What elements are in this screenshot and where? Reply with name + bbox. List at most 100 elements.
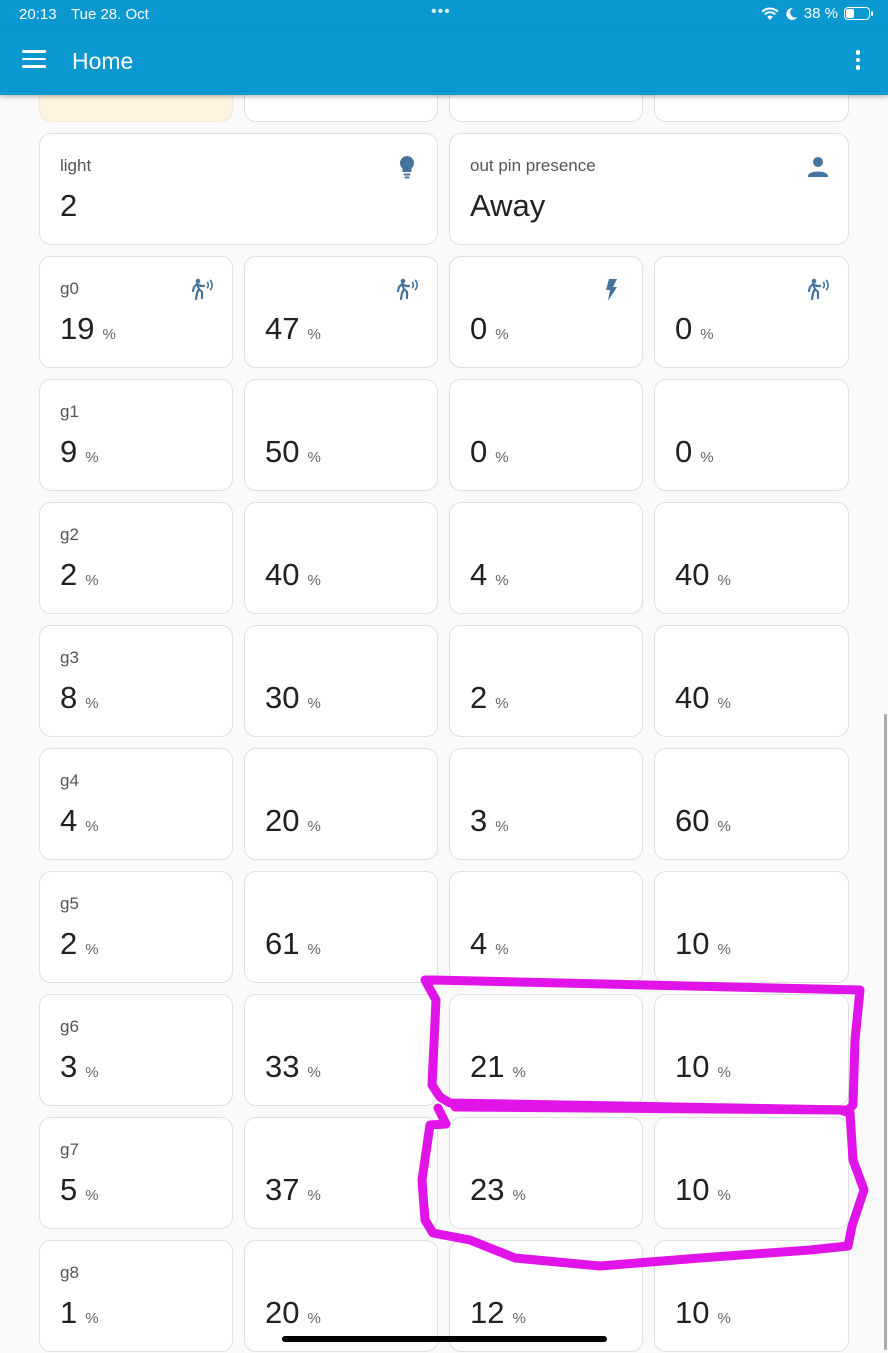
sensor-card[interactable]: 47%: [244, 256, 438, 368]
sensor-value: 5%: [60, 1172, 99, 1208]
sensor-card[interactable]: 50%: [244, 379, 438, 491]
sensor-value: 10%: [675, 1049, 731, 1085]
sensor-card[interactable]: 0%: [654, 256, 849, 368]
sensor-card[interactable]: g4 4%: [39, 748, 233, 860]
row-label: g7: [60, 1140, 79, 1159]
value-unit: %: [307, 1310, 321, 1327]
sensor-card[interactable]: 10%: [654, 1240, 849, 1352]
menu-icon[interactable]: [22, 50, 46, 70]
more-options-icon[interactable]: [854, 50, 862, 72]
sensor-card[interactable]: 21%: [449, 994, 643, 1106]
sensor-card[interactable]: g7 5%: [39, 1117, 233, 1229]
presence-card[interactable]: out pin presence Away: [449, 133, 849, 245]
sensor-card[interactable]: 2%: [449, 625, 643, 737]
motion-sensor-icon: [807, 278, 829, 301]
home-indicator[interactable]: [282, 1336, 607, 1342]
status-date: Tue 28. Oct: [71, 6, 149, 23]
card-value: Away: [470, 188, 546, 223]
value-unit: %: [307, 449, 321, 466]
value-unit: %: [495, 695, 509, 712]
value-number: 40: [675, 680, 710, 715]
row-label: g5: [60, 894, 79, 913]
value-unit: %: [495, 818, 509, 835]
sensor-card[interactable]: 23%: [449, 1117, 643, 1229]
sensor-card[interactable]: g8 1%: [39, 1240, 233, 1352]
sensor-card[interactable]: 30%: [244, 625, 438, 737]
sensor-card[interactable]: 40%: [244, 502, 438, 614]
value-number: 10: [675, 1049, 710, 1084]
sensor-value: 3%: [60, 1049, 99, 1085]
value-unit: %: [717, 1064, 731, 1081]
value-unit: %: [85, 1064, 99, 1081]
sensor-value: 4%: [470, 557, 509, 593]
card-value: 2: [60, 188, 78, 223]
multitasking-dots[interactable]: •••: [431, 3, 451, 21]
sensor-card[interactable]: g5 2%: [39, 871, 233, 983]
value-number: 50: [265, 434, 300, 469]
sensor-card[interactable]: 0%: [449, 256, 643, 368]
scrollbar[interactable]: [884, 714, 887, 1350]
value-number: 19: [60, 311, 95, 346]
value-number: 60: [675, 803, 710, 838]
sensor-card[interactable]: g6 3%: [39, 994, 233, 1106]
value-number: 2: [60, 926, 78, 961]
status-bar: 20:13 Tue 28. Oct ••• 38 %: [0, 0, 888, 28]
motion-sensor-icon: [191, 278, 213, 301]
sensor-card[interactable]: g3 8%: [39, 625, 233, 737]
value-number: 8: [60, 680, 78, 715]
value-unit: %: [495, 941, 509, 958]
sensor-value: 0%: [470, 311, 509, 347]
value-number: 21: [470, 1049, 505, 1084]
sensor-card[interactable]: 40%: [654, 625, 849, 737]
value-unit: %: [307, 326, 321, 343]
value-number: 40: [675, 557, 710, 592]
sensor-card[interactable]: 33%: [244, 994, 438, 1106]
sensor-card[interactable]: 10%: [654, 994, 849, 1106]
sensor-value: 2%: [60, 557, 99, 593]
value-number: 0: [675, 311, 693, 346]
value-number: 30: [265, 680, 300, 715]
sensor-card[interactable]: 61%: [244, 871, 438, 983]
value-unit: %: [717, 818, 731, 835]
sensor-value: 10%: [675, 1172, 731, 1208]
sensor-card[interactable]: g2 2%: [39, 502, 233, 614]
value-number: 10: [675, 1172, 710, 1207]
sensor-value: 9%: [60, 434, 99, 470]
value-unit: %: [495, 449, 509, 466]
value-unit: %: [717, 695, 731, 712]
sensor-card[interactable]: g0 19%: [39, 256, 233, 368]
sensor-card[interactable]: 4%: [449, 871, 643, 983]
sensor-value: 23%: [470, 1172, 526, 1208]
status-right: 38 %: [761, 5, 873, 22]
sensor-card[interactable]: 0%: [449, 379, 643, 491]
sensor-card[interactable]: 10%: [654, 1117, 849, 1229]
value-number: 40: [265, 557, 300, 592]
value-unit: %: [512, 1310, 526, 1327]
sensor-card[interactable]: g1 9%: [39, 379, 233, 491]
value-unit: %: [700, 449, 714, 466]
sensor-card[interactable]: 3%: [449, 748, 643, 860]
value-unit: %: [85, 572, 99, 589]
value-number: 4: [470, 926, 488, 961]
value-number: 61: [265, 926, 300, 961]
value-unit: %: [307, 572, 321, 589]
sensor-card[interactable]: 40%: [654, 502, 849, 614]
sensor-value: 10%: [675, 926, 731, 962]
sensor-card[interactable]: 37%: [244, 1117, 438, 1229]
value-unit: %: [85, 818, 99, 835]
sensor-value: 2%: [60, 926, 99, 962]
sensor-value: 21%: [470, 1049, 526, 1085]
sensor-value: 20%: [265, 803, 321, 839]
value-number: 33: [265, 1049, 300, 1084]
value-unit: %: [85, 1187, 99, 1204]
sensor-value: 0%: [675, 434, 714, 470]
sensor-card[interactable]: 0%: [654, 379, 849, 491]
value-unit: %: [495, 326, 509, 343]
sensor-card[interactable]: 10%: [654, 871, 849, 983]
sensor-card[interactable]: 20%: [244, 748, 438, 860]
sensor-card[interactable]: 60%: [654, 748, 849, 860]
value-unit: %: [717, 1310, 731, 1327]
sensor-card[interactable]: 4%: [449, 502, 643, 614]
light-card[interactable]: light 2: [39, 133, 438, 245]
value-number: 10: [675, 926, 710, 961]
